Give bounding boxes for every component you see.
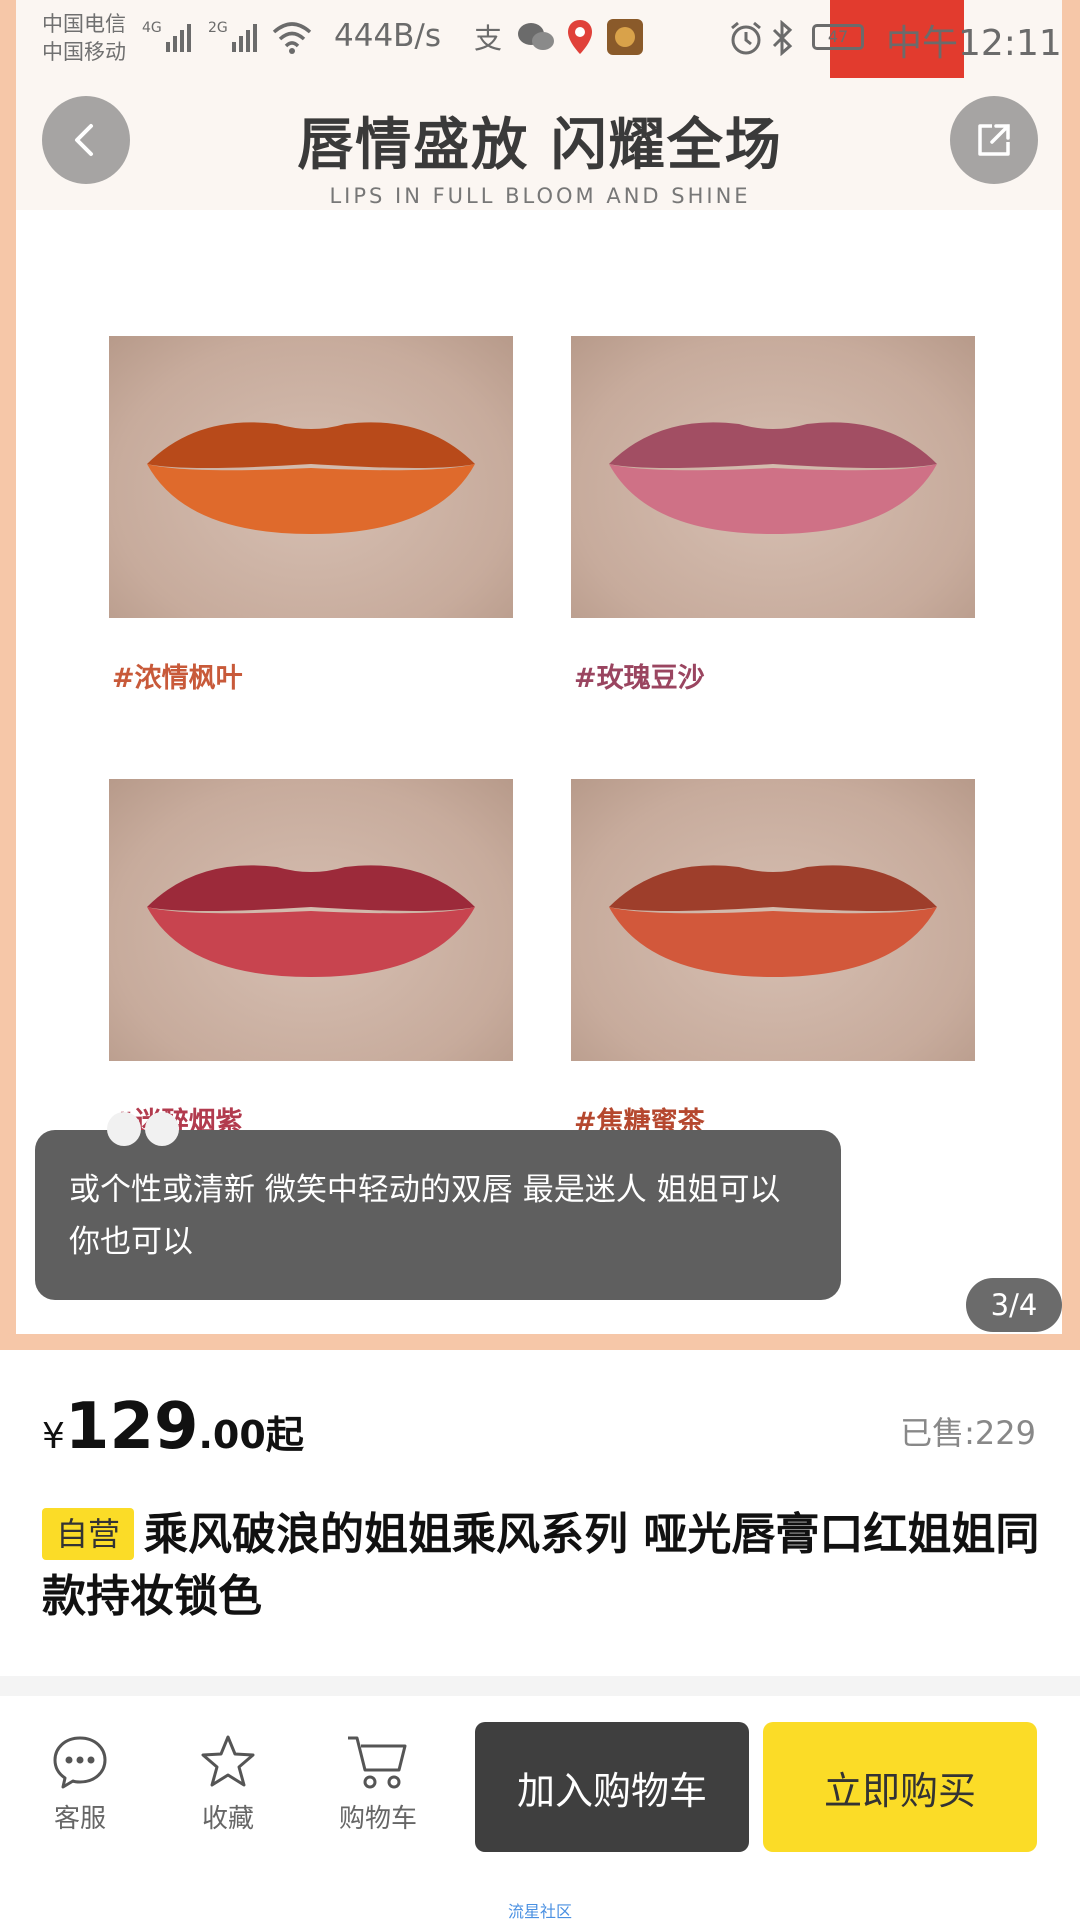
favorite-button[interactable]: 收藏 <box>168 1732 288 1835</box>
caption-tooltip: 或个性或清新 微笑中轻动的双唇 最是迷人 姐姐可以 你也可以 <box>35 1130 841 1300</box>
price: ¥129.00起 <box>42 1390 304 1464</box>
alipay-icon: 支 <box>472 20 506 59</box>
lips-image <box>147 422 475 534</box>
network-speed: 444B/s <box>334 18 442 54</box>
lip-swatch-1 <box>109 336 513 618</box>
image-subheadline: LIPS IN FULL BLOOM AND SHINE <box>329 184 751 208</box>
cart-button[interactable]: 购物车 <box>318 1732 438 1835</box>
share-icon <box>978 124 1010 156</box>
signal-icon-1: 4G <box>142 18 198 59</box>
service-label: 客服 <box>53 1804 106 1834</box>
product-title-block: 自营 乘风破浪的姐姐乘风系列 哑光唇膏口红姐姐同款持妆锁色 <box>42 1504 1042 1628</box>
bluetooth-icon <box>770 19 796 61</box>
sold-count: 已售:229 <box>900 1414 1036 1452</box>
svg-text:支: 支 <box>474 22 502 54</box>
page-indicator: 3/4 <box>966 1278 1062 1332</box>
section-divider <box>0 1676 1080 1696</box>
battery-icon: 47 <box>812 24 864 50</box>
svg-text:2G: 2G <box>208 20 228 36</box>
signal-icon-2: 2G <box>208 18 264 59</box>
footer-watermark: 流星社区 <box>507 1902 572 1920</box>
back-icon <box>75 124 93 156</box>
customer-service-button[interactable]: 客服 <box>20 1732 140 1835</box>
swatch-label-1: #浓情枫叶 <box>112 663 243 694</box>
svg-text:4G: 4G <box>142 20 162 36</box>
currency-symbol: ¥ <box>42 1416 65 1457</box>
status-bar: 中国电信 中国移动 4G 2G 444B/s 支 47 中午12:11 <box>0 0 1080 76</box>
alarm-icon <box>728 20 764 61</box>
wifi-icon <box>272 20 312 59</box>
add-to-cart-button[interactable]: 加入购物车 <box>475 1722 749 1852</box>
favorite-label: 收藏 <box>201 1804 254 1834</box>
back-button[interactable] <box>42 96 130 184</box>
price-integer: 129 <box>64 1390 199 1464</box>
game-app-icon <box>606 18 644 61</box>
lips-image <box>609 422 937 534</box>
carrier-info: 中国电信 中国移动 <box>42 10 126 66</box>
lip-swatch-3 <box>109 779 513 1061</box>
chat-icon <box>53 1736 107 1789</box>
star-icon <box>201 1735 255 1787</box>
wechat-icon <box>516 20 556 59</box>
lip-swatch-4 <box>571 779 975 1061</box>
buy-now-button[interactable]: 立即购买 <box>763 1722 1037 1852</box>
lips-image <box>609 865 937 977</box>
lip-swatch-2 <box>571 336 975 618</box>
tooltip-dots <box>107 1112 187 1146</box>
swatch-label-2: #玫瑰豆沙 <box>574 663 705 694</box>
carrier-2: 中国移动 <box>42 40 126 64</box>
self-operated-badge: 自营 <box>42 1508 135 1560</box>
clock: 中午12:11 <box>886 23 1062 64</box>
share-button[interactable] <box>950 96 1038 184</box>
image-headline: 唇情盛放 闪耀全场 <box>297 113 783 178</box>
cart-icon <box>348 1736 407 1789</box>
price-decimal: .00起 <box>198 1413 304 1457</box>
cart-label: 购物车 <box>338 1804 417 1834</box>
carrier-1: 中国电信 <box>42 12 126 36</box>
map-pin-icon <box>566 18 594 61</box>
lips-image <box>147 865 475 977</box>
product-title: 乘风破浪的姐姐乘风系列 哑光唇膏口红姐姐同款持妆锁色 <box>42 1509 1040 1622</box>
